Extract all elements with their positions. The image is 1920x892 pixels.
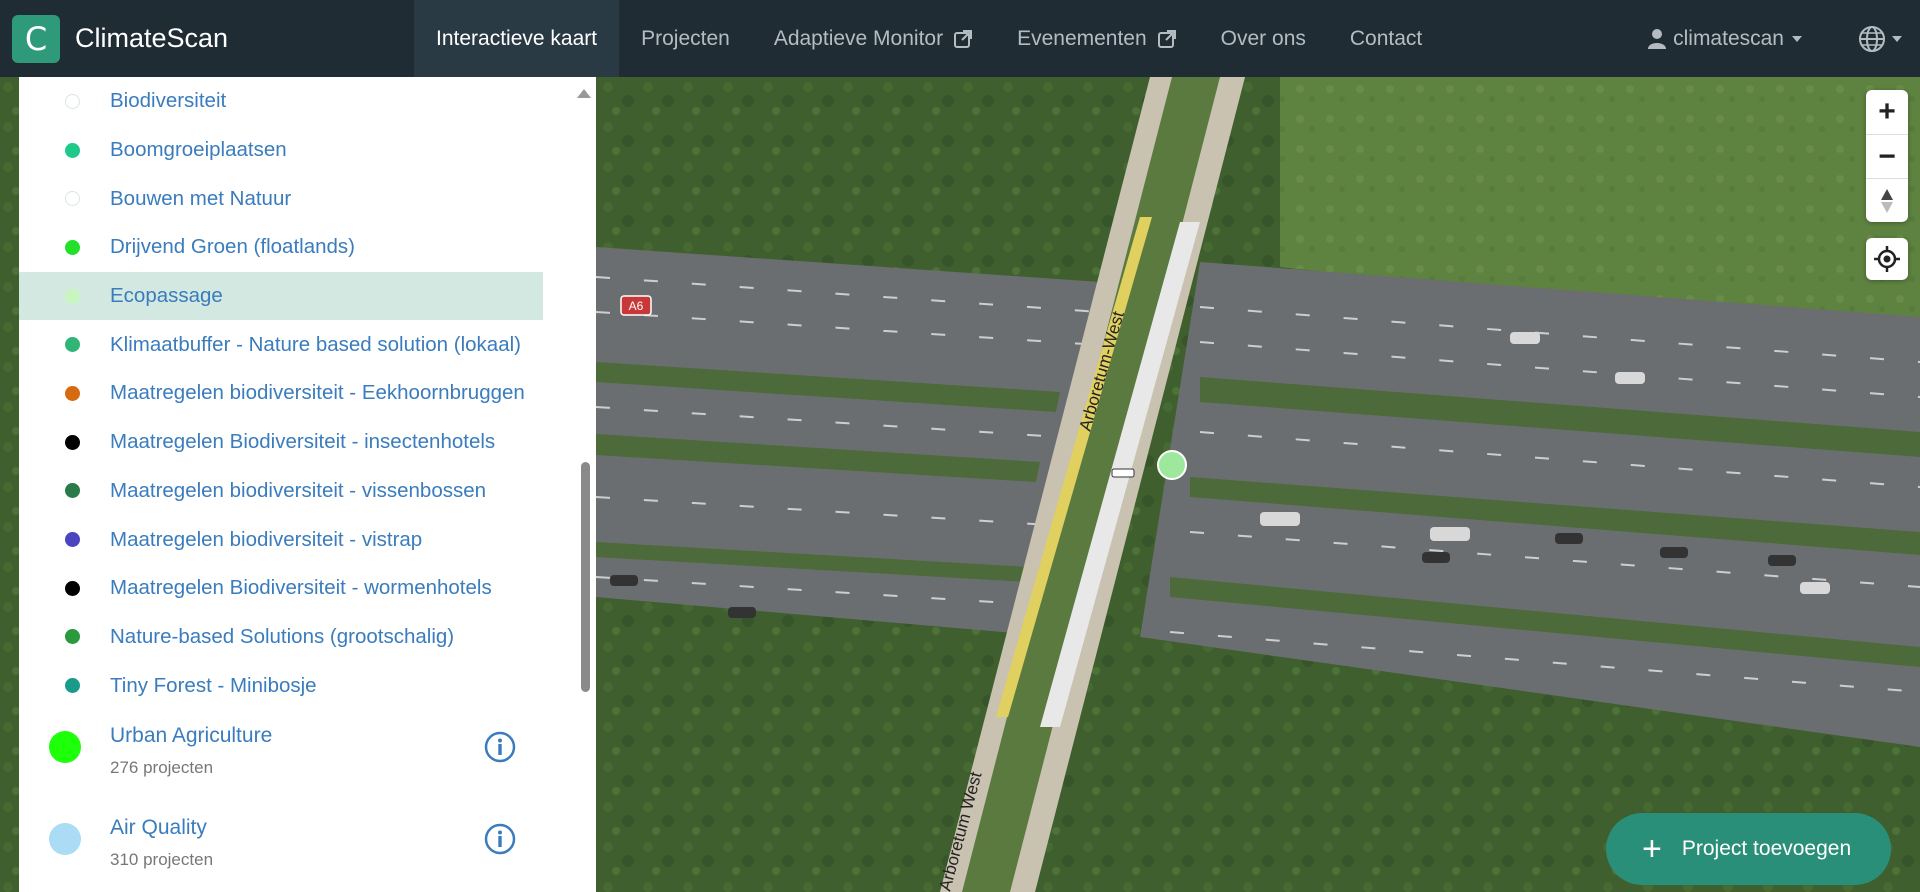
compass-icon: [1881, 188, 1893, 213]
layer-item-tiny-forest[interactable]: Tiny Forest - Minibosje: [19, 661, 543, 710]
zoom-out-button[interactable]: −: [1866, 134, 1908, 178]
layer-label: Bouwen met Natuur: [110, 186, 292, 210]
category-count: 276 projecten: [110, 757, 214, 777]
category-title: Air Quality: [110, 815, 207, 839]
layer-item-nature-based-solutions[interactable]: Nature-based Solutions (grootschalig): [19, 613, 543, 662]
globe-icon: [1859, 25, 1885, 52]
layer-item-vissenbossen[interactable]: Maatregelen biodiversiteit - vissenbosse…: [19, 467, 543, 516]
layer-label: Biodiversiteit: [110, 89, 227, 113]
layer-label: Maatregelen Biodiversiteit - insectenhot…: [110, 430, 496, 454]
layer-item-vistrap[interactable]: Maatregelen biodiversiteit - vistrap: [19, 515, 543, 564]
layer-color-dot: [65, 483, 80, 499]
top-navbar: C ClimateScan Interactieve kaart Project…: [0, 0, 1920, 77]
brand-name: ClimateScan: [75, 23, 229, 53]
highway-shield-label: A6: [629, 299, 644, 313]
layer-color-dot: [65, 191, 80, 207]
bridge-icon: [1111, 468, 1135, 478]
info-icon[interactable]: [484, 731, 516, 763]
layer-color-dot: [65, 142, 80, 158]
category-urban-agriculture[interactable]: Urban Agriculture 276 projecten: [19, 710, 543, 802]
layer-item-wormenhotels[interactable]: Maatregelen Biodiversiteit - wormenhotel…: [19, 564, 543, 613]
layer-color-dot: [65, 532, 80, 548]
layer-label: Drijvend Groen (floatlands): [110, 235, 355, 259]
layer-item-klimaatbuffer[interactable]: Klimaatbuffer - Nature based solution (l…: [19, 320, 543, 369]
brand-logo: C: [12, 14, 60, 63]
layer-item-boomgroeiplaatsen[interactable]: Boomgroeiplaatsen: [19, 126, 543, 175]
brand[interactable]: C ClimateScan: [0, 0, 228, 77]
layer-color-dot: [65, 239, 80, 255]
nav-label: Contact: [1349, 26, 1423, 50]
chevron-down-icon: [1792, 35, 1802, 42]
layer-label: Klimaatbuffer - Nature based solution (l…: [110, 332, 521, 356]
layer-item-eekhoornbruggen[interactable]: Maatregelen biodiversiteit - Eekhoornbru…: [19, 369, 543, 418]
category-title: Urban Agriculture: [110, 723, 273, 747]
layer-list: Biodiversiteit Boomgroeiplaatsen Bouwen …: [19, 77, 543, 892]
layer-color-dot: [65, 337, 80, 353]
layer-color-dot: [65, 678, 80, 694]
nav-contact[interactable]: Contact: [1328, 0, 1444, 77]
nav-label: Projecten: [641, 26, 730, 50]
layer-sidebar: Biodiversiteit Boomgroeiplaatsen Bouwen …: [19, 77, 543, 892]
layer-label: Maatregelen biodiversiteit - vistrap: [110, 527, 423, 551]
nav-label: Evenementen: [1017, 26, 1147, 50]
info-icon[interactable]: [484, 823, 516, 855]
layer-color-dot: [65, 629, 80, 645]
layer-item-insectenhotels[interactable]: Maatregelen Biodiversiteit - insectenhot…: [19, 418, 543, 467]
layer-color-dot: [65, 93, 80, 109]
category-color-dot: [49, 730, 81, 763]
chevron-down-icon: [1892, 35, 1902, 42]
nav-adaptieve-monitor[interactable]: Adaptieve Monitor: [752, 0, 995, 77]
project-marker[interactable]: [1157, 450, 1187, 480]
category-color-dot: [49, 822, 81, 855]
scroll-up-arrow-icon[interactable]: [577, 89, 591, 98]
nav-menu: Interactieve kaart Projecten Adaptieve M…: [414, 0, 1444, 77]
layer-label: Tiny Forest - Minibosje: [110, 673, 317, 697]
layer-label: Nature-based Solutions (grootschalig): [110, 624, 455, 648]
add-project-button[interactable]: + Project toevoegen: [1606, 813, 1891, 885]
layer-label: Maatregelen biodiversiteit - Eekhoornbru…: [110, 381, 525, 405]
crosshair-icon: [1874, 246, 1900, 272]
category-air-quality[interactable]: Air Quality 310 projecten: [19, 802, 543, 892]
plus-icon: +: [1642, 830, 1662, 868]
nav-projecten[interactable]: Projecten: [619, 0, 752, 77]
layer-item-bouwen-met-natuur[interactable]: Bouwen met Natuur: [19, 174, 543, 223]
layer-color-dot: [65, 434, 80, 450]
nav-label: Over ons: [1220, 26, 1306, 50]
external-link-icon: [1157, 29, 1176, 48]
language-menu[interactable]: [1858, 25, 1902, 53]
compass-button[interactable]: [1866, 178, 1908, 222]
nav-label: Adaptieve Monitor: [773, 26, 944, 50]
nav-over-ons[interactable]: Over ons: [1199, 0, 1328, 77]
add-project-label: Project toevoegen: [1681, 837, 1852, 860]
nav-evenementen[interactable]: Evenementen: [995, 0, 1199, 77]
zoom-controls: + −: [1866, 90, 1908, 222]
category-count: 310 projecten: [110, 849, 214, 869]
layer-label: Ecopassage: [110, 284, 223, 308]
user-icon: [1648, 28, 1667, 49]
user-menu[interactable]: climatescan: [1647, 27, 1802, 51]
layer-color-dot: [65, 580, 80, 596]
layer-label: Maatregelen Biodiversiteit - wormenhotel…: [110, 576, 492, 600]
external-link-icon: [954, 29, 973, 48]
layer-label: Boomgroeiplaatsen: [110, 138, 287, 162]
layer-item-drijvend-groen[interactable]: Drijvend Groen (floatlands): [19, 223, 543, 272]
layer-item-biodiversiteit[interactable]: Biodiversiteit: [19, 77, 543, 126]
layer-color-dot: [65, 288, 80, 304]
layer-color-dot: [65, 385, 80, 401]
user-name: climatescan: [1673, 26, 1784, 50]
nav-label: Interactieve kaart: [436, 26, 598, 50]
layer-label: Maatregelen biodiversiteit - vissenbosse…: [110, 478, 487, 502]
scroll-thumb[interactable]: [581, 462, 590, 692]
locate-button[interactable]: [1866, 238, 1908, 280]
layer-item-ecopassage[interactable]: Ecopassage: [19, 271, 543, 321]
sidebar-scrollbar[interactable]: [543, 77, 596, 892]
nav-interactieve-kaart[interactable]: Interactieve kaart: [414, 0, 620, 77]
zoom-in-button[interactable]: +: [1866, 90, 1908, 134]
